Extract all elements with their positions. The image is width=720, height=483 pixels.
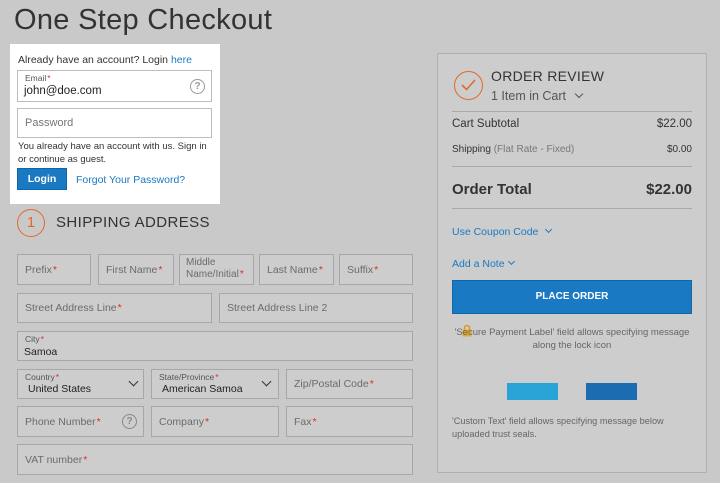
forgot-password-link[interactable]: Forgot Your Password?: [76, 174, 185, 186]
place-order-button[interactable]: PLACE ORDER: [452, 280, 692, 314]
page-title: One Step Checkout: [14, 4, 273, 36]
add-note-link[interactable]: Add a Note: [452, 257, 516, 270]
login-question-text: Already have an account? Login: [18, 54, 169, 66]
phone-field[interactable]: Phone Number* ?: [17, 406, 144, 437]
country-select[interactable]: Country* United States: [17, 369, 144, 399]
login-panel: Already have an account? Login here Emai…: [10, 44, 220, 204]
email-label: Email*: [25, 73, 51, 83]
custom-text-message: 'Custom Text' field allows specifying me…: [452, 416, 664, 439]
fax-field[interactable]: Fax*: [286, 406, 413, 437]
password-field[interactable]: Password: [17, 108, 212, 138]
shipping-title: SHIPPING ADDRESS: [56, 214, 210, 231]
shipping-label: Shipping (Flat Rate - Fixed): [452, 144, 575, 155]
vat-field[interactable]: VAT number*: [17, 444, 413, 475]
checkmark-icon: [454, 71, 483, 100]
coupon-code-link[interactable]: Use Coupon Code: [452, 225, 553, 238]
state-value: American Samoa: [162, 383, 243, 395]
order-review-title: ORDER REVIEW: [491, 68, 605, 84]
street-address-2-field[interactable]: Street Address Line 2: [219, 293, 413, 323]
divider: [452, 208, 692, 209]
first-name-field[interactable]: First Name*: [98, 254, 174, 285]
login-here-link[interactable]: here: [171, 54, 192, 66]
middle-name-field[interactable]: Middle Name/Initial*: [179, 254, 254, 285]
paypal-seal-image: [586, 383, 637, 400]
suffix-field[interactable]: Suffix*: [339, 254, 413, 285]
company-field[interactable]: Company*: [151, 406, 279, 437]
zip-field[interactable]: Zip/Postal Code*: [286, 369, 413, 399]
secure-payment-message: 'Secure Payment Label' field allows spec…: [454, 327, 690, 351]
login-note: You already have an account with us. Sig…: [18, 141, 207, 165]
chevron-down-icon: [261, 376, 272, 387]
divider: [452, 111, 692, 112]
subtotal-label: Cart Subtotal: [452, 118, 520, 130]
cart-items-toggle[interactable]: 1 Item in Cart: [491, 89, 583, 103]
shipping-value: $0.00: [666, 144, 692, 155]
step-number-badge: 1: [17, 209, 45, 237]
email-field[interactable]: Email* john@doe.com ?: [17, 70, 212, 102]
prefix-field[interactable]: Prefix*: [17, 254, 91, 285]
divider: [452, 166, 692, 167]
city-field[interactable]: City* Samoa: [17, 331, 413, 361]
order-total-value: $22.00: [646, 181, 692, 198]
subtotal-value: $22.00: [656, 118, 692, 130]
street-address-field[interactable]: Street Address Line*: [17, 293, 212, 323]
login-button[interactable]: Login: [17, 168, 67, 190]
email-value: john@doe.com: [24, 85, 102, 97]
trust-seal-image: [507, 383, 558, 400]
login-question: Already have an account? Login here: [18, 54, 192, 66]
country-value: United States: [28, 383, 92, 395]
city-value: Samoa: [24, 346, 58, 358]
password-placeholder: Password: [25, 117, 74, 129]
last-name-field[interactable]: Last Name*: [259, 254, 334, 285]
order-total-label: Order Total: [452, 181, 532, 198]
help-icon[interactable]: ?: [190, 79, 205, 94]
chevron-down-icon: [128, 376, 139, 387]
state-select[interactable]: State/Province* American Samoa: [151, 369, 279, 399]
help-icon[interactable]: ?: [122, 414, 137, 429]
